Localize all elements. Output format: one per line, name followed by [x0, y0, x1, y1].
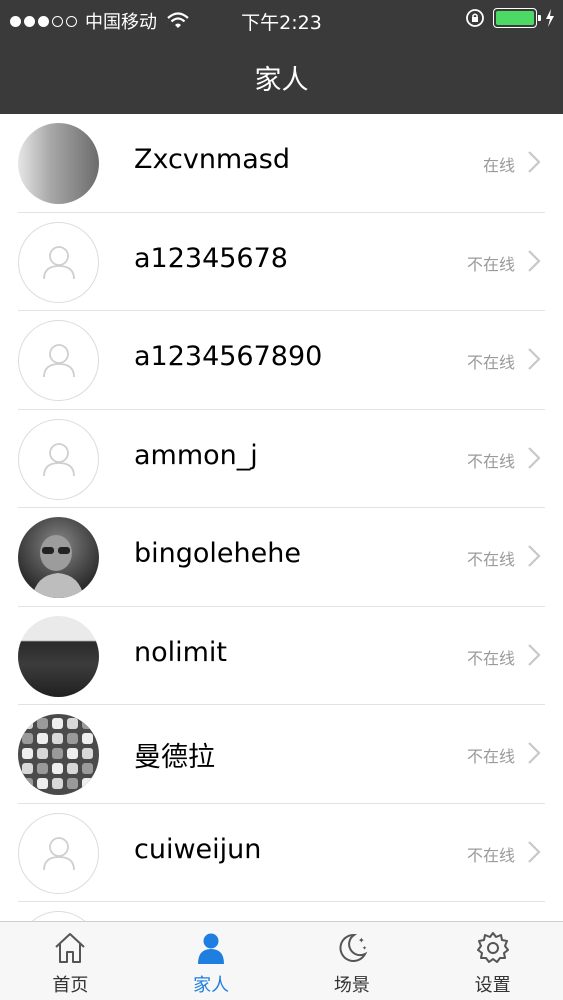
- contact-row[interactable]: Zxcvnmasd 在线: [0, 114, 563, 213]
- page-title: 家人: [254, 65, 309, 96]
- contact-list[interactable]: Zxcvnmasd 在线 a12345678 不在线 a1234567890 不在线 amm…: [0, 114, 563, 921]
- online-status: 不在线: [466, 550, 515, 569]
- nav-bar: 家人: [0, 40, 563, 114]
- tab-bar: 首页 家人 ✦ ✦ 场景 设置: [0, 921, 563, 1000]
- default-avatar-icon: [18, 911, 99, 921]
- battery-icon: [493, 8, 541, 28]
- contact-name: a12345678: [134, 242, 288, 274]
- contact-name: ammon_j: [134, 439, 258, 471]
- gear-icon: [476, 932, 509, 963]
- default-avatar-icon: [18, 418, 99, 500]
- status-right: [465, 8, 555, 28]
- contact-row[interactable]: bingolehehe 不在线: [0, 508, 563, 607]
- contact-name: cuiweijun: [134, 833, 262, 865]
- online-status: 不在线: [466, 254, 515, 274]
- default-avatar-icon: [18, 221, 99, 303]
- tab-label: 家人: [193, 975, 230, 996]
- tab-family[interactable]: 家人: [141, 922, 282, 1000]
- avatar: [18, 714, 99, 795]
- tab-settings[interactable]: 设置: [422, 922, 563, 1000]
- tab-label: 首页: [52, 975, 89, 996]
- tab-scene[interactable]: ✦ ✦ 场景: [282, 922, 423, 1000]
- status-bar: 中国移动 下午2:23: [0, 0, 563, 40]
- online-status: 不在线: [466, 353, 515, 372]
- contact-name: 曼德拉: [134, 742, 215, 773]
- chevron-right-icon: [527, 840, 541, 868]
- chevron-right-icon: [527, 741, 541, 769]
- tab-home[interactable]: 首页: [0, 922, 141, 1000]
- online-status: 不在线: [466, 747, 515, 766]
- contact-row[interactable]: nolimit 不在线: [0, 607, 563, 706]
- contact-row[interactable]: 曼德拉 不在线: [0, 705, 563, 804]
- avatar: [18, 615, 99, 697]
- avatar: [18, 123, 99, 204]
- contact-row[interactable]: ammon_j 不在线: [0, 410, 563, 509]
- contact-name: bingolehehe: [134, 538, 301, 569]
- default-avatar-icon: [18, 812, 99, 894]
- chevron-right-icon: [527, 249, 541, 277]
- online-status: 在线: [482, 156, 515, 175]
- rotation-lock-icon: [466, 9, 484, 27]
- contact-name: Zxcvnmasd: [134, 144, 290, 175]
- chevron-right-icon: [527, 643, 541, 671]
- online-status: 不在线: [466, 845, 515, 865]
- online-status: 不在线: [466, 648, 515, 668]
- contact-name: nolimit: [134, 636, 228, 668]
- svg-text:✦: ✦: [362, 945, 367, 952]
- contact-name: a1234567890: [134, 341, 323, 372]
- avatar: [18, 517, 99, 598]
- default-avatar-icon: [18, 320, 99, 401]
- battery-level: [496, 11, 534, 25]
- chevron-right-icon: [527, 150, 541, 178]
- charging-icon: [546, 9, 554, 27]
- contact-row[interactable]: a1234567890 不在线: [0, 311, 563, 410]
- person-icon: [198, 933, 225, 964]
- moon-stars-icon: ✦ ✦: [339, 933, 368, 962]
- chevron-right-icon: [527, 347, 541, 375]
- tab-label: 设置: [474, 975, 511, 996]
- contact-row[interactable]: cuiweijun 不在线: [0, 804, 563, 903]
- contact-row[interactable]: a12345678 不在线: [0, 213, 563, 312]
- home-icon: [55, 933, 86, 963]
- svg-text:✦: ✦: [358, 936, 365, 945]
- online-status: 不在线: [466, 451, 515, 471]
- contact-row-partial[interactable]: [0, 902, 563, 921]
- chevron-right-icon: [527, 544, 541, 572]
- chevron-right-icon: [527, 446, 541, 474]
- tab-label: 场景: [333, 975, 370, 996]
